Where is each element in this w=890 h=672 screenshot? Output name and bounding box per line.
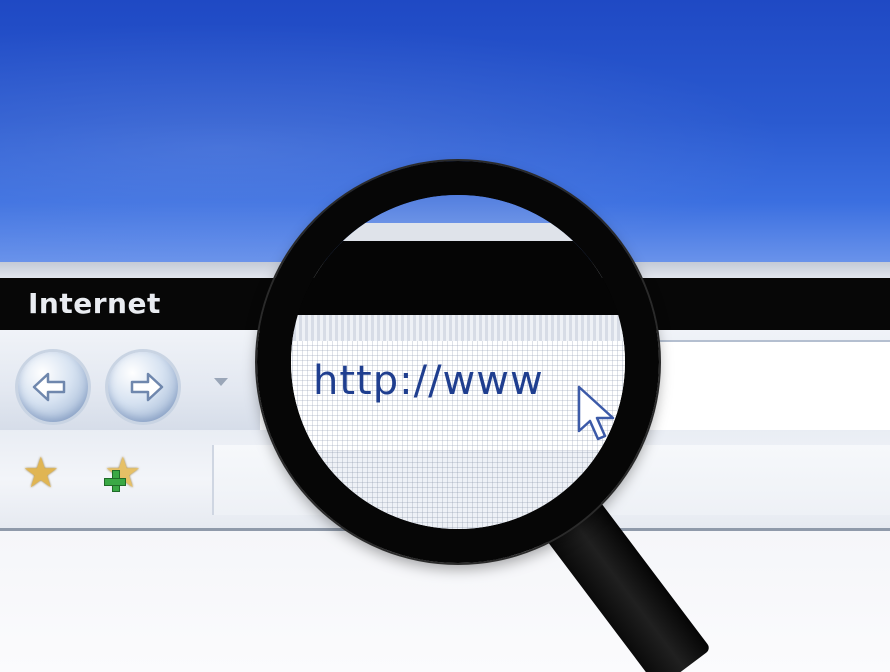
forward-arrow-icon [130,372,164,402]
star-icon[interactable]: ★ [22,452,60,494]
back-arrow-icon [32,372,66,402]
mouse-cursor-icon [577,385,615,441]
plus-icon [104,470,126,492]
forward-button[interactable] [108,352,178,422]
address-url-text[interactable]: http://www [313,358,544,404]
magnifying-glass: http://www [257,161,659,563]
chevron-down-icon[interactable] [214,378,228,386]
magnified-frame [291,223,625,241]
window-title: Internet [28,287,161,320]
magnified-toolbar [291,315,625,341]
back-button[interactable] [18,352,88,422]
magnified-view: http://www [291,195,625,529]
magnified-title-bar [291,241,625,315]
browser-photo: Internet ★ ★ http://www [0,0,890,672]
